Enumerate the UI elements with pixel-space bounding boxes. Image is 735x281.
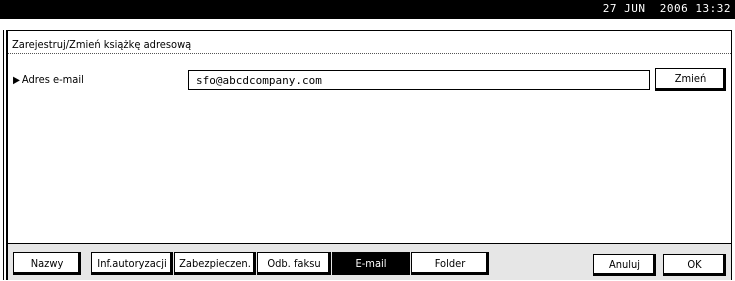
- tab-folder[interactable]: Folder: [411, 252, 489, 275]
- cancel-button[interactable]: Anuluj: [593, 254, 656, 276]
- tab-odb-faksu[interactable]: Odb. faksu: [257, 252, 331, 275]
- email-field[interactable]: sfo@abcdcompany.com: [188, 70, 650, 90]
- pointer-arrow-icon: ▶: [13, 75, 20, 86]
- tab-zabezpieczen[interactable]: Zabezpieczen.: [174, 252, 256, 275]
- email-label: Adres e-mail: [21, 73, 84, 86]
- tab-nazwy[interactable]: Nazwy: [13, 252, 81, 275]
- status-bar: 27 JUN 2006 13:32: [0, 0, 735, 19]
- tab-e-mail[interactable]: E-mail: [332, 252, 410, 275]
- ok-button[interactable]: OK: [663, 254, 726, 276]
- tab-bar: Nazwy Inf.autoryzacji Zabezpieczen. Odb.…: [8, 243, 731, 280]
- dialog-title: Zarejestruj/Zmień książkę adresową: [12, 38, 192, 51]
- tab-inf-autoryzacji[interactable]: Inf.autoryzacji: [91, 252, 173, 275]
- change-email-button[interactable]: Zmień: [655, 68, 726, 91]
- title-divider: [8, 53, 731, 54]
- dialog-panel: Zarejestruj/Zmień książkę adresową ▶ Adre…: [7, 30, 732, 280]
- email-row-label: ▶ Adres e-mail: [13, 73, 84, 86]
- datetime-display: 27 JUN 2006 13:32: [602, 2, 731, 15]
